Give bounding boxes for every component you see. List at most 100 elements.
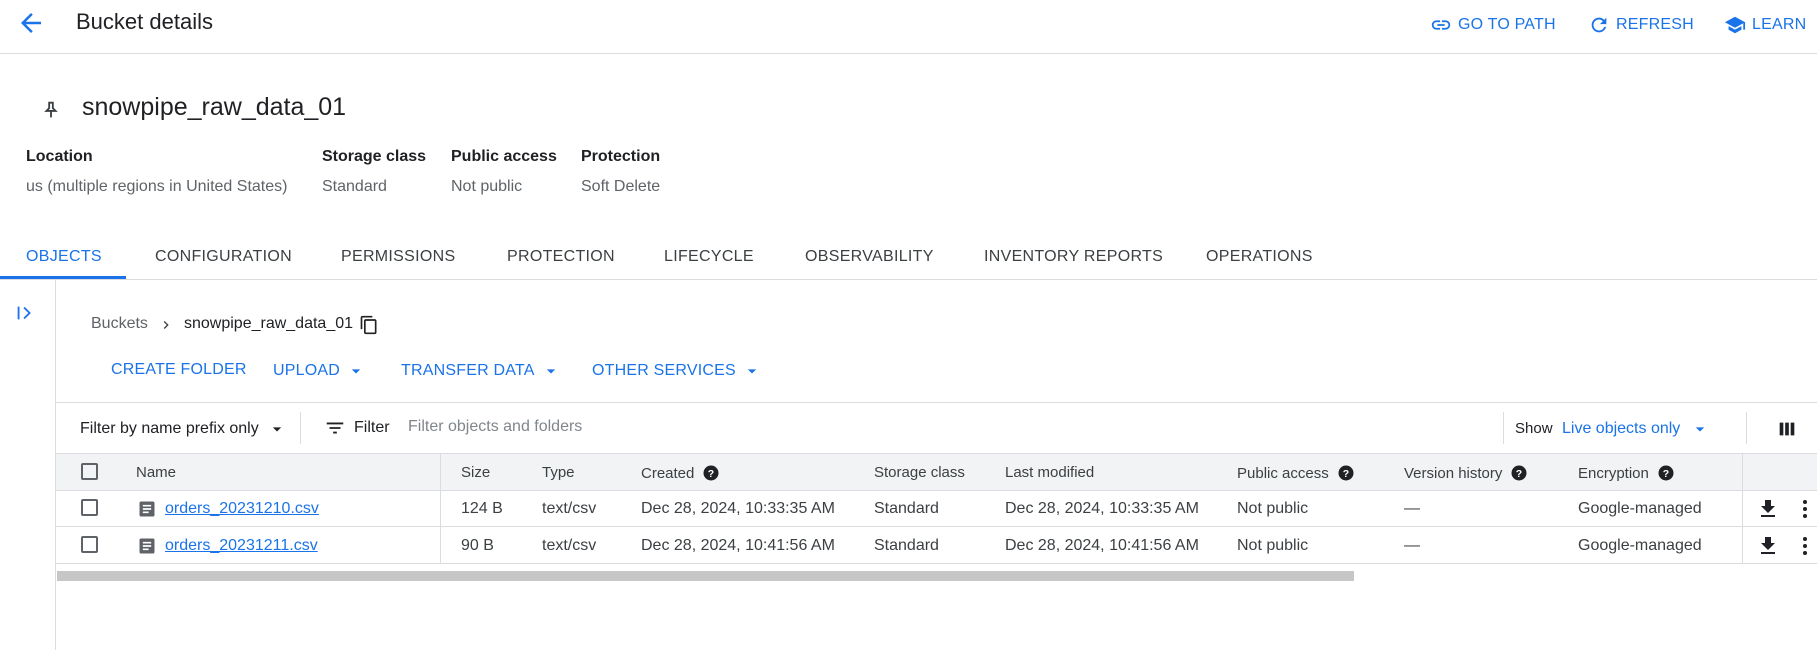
- help-icon[interactable]: ?: [1657, 464, 1675, 482]
- table-row[interactable]: orders_20231210.csv 124 B text/csv Dec 2…: [56, 490, 1817, 527]
- more-vert-icon[interactable]: [1793, 497, 1817, 521]
- arrow-back-icon: [21, 13, 41, 33]
- object-name[interactable]: orders_20231211.csv: [165, 537, 318, 554]
- column-public-label: Public access: [1237, 464, 1329, 482]
- view-column-icon: [1779, 422, 1795, 436]
- object-encryption: Google-managed: [1578, 500, 1702, 517]
- file-icon: [139, 538, 155, 554]
- upload-menu-button[interactable]: UPLOAD: [273, 361, 366, 381]
- tab-observability[interactable]: OBSERVABILITY: [805, 248, 934, 266]
- show-label: Show: [1515, 420, 1553, 437]
- help-icon[interactable]: ?: [1337, 464, 1355, 482]
- bucket-name: snowpipe_raw_data_01: [82, 93, 347, 121]
- row-checkbox[interactable]: [81, 536, 98, 553]
- divider: [300, 412, 301, 444]
- column-header-type[interactable]: Type: [542, 464, 575, 481]
- go-to-path-label: GO TO PATH: [1458, 16, 1556, 33]
- column-header-created[interactable]: Created ?: [641, 464, 720, 482]
- tab-objects[interactable]: OBJECTS: [26, 248, 102, 266]
- column-divider: [1742, 454, 1743, 490]
- filter-mode-value: Filter by name prefix only: [80, 420, 259, 437]
- more-vert-icon[interactable]: [1793, 534, 1817, 558]
- copy-icon: [360, 315, 377, 335]
- column-created-label: Created: [641, 464, 695, 482]
- expand-panel-button[interactable]: [14, 302, 36, 324]
- object-type: text/csv: [542, 537, 597, 554]
- column-display-button[interactable]: [1776, 418, 1798, 440]
- select-all-checkbox[interactable]: [81, 463, 98, 480]
- school-icon: [1724, 16, 1746, 34]
- svg-text:?: ?: [708, 468, 714, 480]
- pin-icon[interactable]: [40, 99, 62, 121]
- divider: [1746, 412, 1747, 444]
- row-checkbox[interactable]: [81, 499, 98, 516]
- tab-permissions[interactable]: PERMISSIONS: [341, 248, 455, 266]
- svg-text:?: ?: [1516, 468, 1522, 480]
- learn-label: LEARN: [1752, 16, 1807, 33]
- tab-operations[interactable]: OPERATIONS: [1206, 248, 1313, 266]
- filter-button[interactable]: Filter: [324, 417, 390, 439]
- protection-value: Soft Delete: [581, 178, 661, 195]
- copy-bucket-name-button[interactable]: [359, 315, 379, 335]
- object-name-link[interactable]: orders_20231210.csv: [165, 500, 319, 518]
- breadcrumb-buckets-link[interactable]: Buckets: [91, 315, 148, 333]
- column-header-last-modified[interactable]: Last modified: [1005, 464, 1094, 481]
- active-tab-indicator: [0, 276, 126, 279]
- dropdown-arrow-icon: [272, 427, 281, 432]
- show-objects-select[interactable]: Live objects only: [1562, 419, 1710, 439]
- object-size: 90 B: [461, 537, 494, 554]
- filter-mode-select[interactable]: Filter by name prefix only: [80, 419, 287, 439]
- storage-class-value: Standard: [322, 178, 387, 195]
- show-objects-value: Live objects only: [1562, 420, 1681, 437]
- chevron-right-icon: [158, 317, 174, 333]
- tab-lifecycle[interactable]: LIFECYCLE: [664, 248, 754, 266]
- go-to-path-button[interactable]: GO TO PATH: [1430, 13, 1556, 37]
- column-header-public-access[interactable]: Public access ?: [1237, 464, 1355, 482]
- column-header-name[interactable]: Name: [136, 464, 176, 481]
- other-services-menu-button[interactable]: OTHER SERVICES: [592, 361, 762, 381]
- tab-inventory-reports[interactable]: INVENTORY REPORTS: [984, 248, 1163, 266]
- create-folder-button[interactable]: CREATE FOLDER: [111, 361, 247, 379]
- divider: [1503, 412, 1504, 444]
- refresh-button[interactable]: REFRESH: [1588, 13, 1694, 37]
- tab-protection[interactable]: PROTECTION: [507, 248, 615, 266]
- column-divider: [440, 527, 441, 563]
- learn-button[interactable]: LEARN: [1724, 13, 1806, 37]
- storage-class-label: Storage class: [322, 148, 427, 165]
- column-header-storage-class[interactable]: Storage class: [874, 464, 965, 481]
- object-storage-class: Standard: [874, 500, 939, 517]
- object-last-modified: Dec 28, 2024, 10:41:56 AM: [1005, 537, 1199, 554]
- upload-label: UPLOAD: [273, 362, 340, 379]
- protection-label: Protection: [581, 148, 661, 165]
- location-label: Location: [26, 148, 93, 165]
- tab-configuration[interactable]: CONFIGURATION: [155, 248, 292, 266]
- column-divider: [1742, 527, 1743, 563]
- refresh-label: REFRESH: [1616, 16, 1694, 33]
- column-header-size[interactable]: Size: [461, 464, 490, 481]
- help-icon[interactable]: ?: [1510, 464, 1528, 482]
- back-button[interactable]: [16, 8, 46, 38]
- filter-list-icon: [326, 422, 344, 434]
- filter-bar: Filter by name prefix only Filter Show L…: [56, 402, 1817, 453]
- svg-text:?: ?: [1343, 468, 1349, 480]
- help-icon[interactable]: ?: [702, 464, 720, 482]
- public-access-value: Not public: [451, 178, 523, 195]
- object-name[interactable]: orders_20231210.csv: [165, 500, 319, 517]
- column-header-encryption[interactable]: Encryption ?: [1578, 464, 1675, 482]
- object-created: Dec 28, 2024, 10:41:56 AM: [641, 537, 835, 554]
- object-version-history: —: [1404, 537, 1420, 554]
- column-header-version-history[interactable]: Version history ?: [1404, 464, 1528, 482]
- transfer-data-label: TRANSFER DATA: [401, 362, 535, 379]
- download-icon[interactable]: [1756, 497, 1780, 521]
- expand-panel-icon: [17, 306, 31, 320]
- transfer-data-menu-button[interactable]: TRANSFER DATA: [401, 361, 561, 381]
- object-name-link[interactable]: orders_20231211.csv: [165, 537, 318, 555]
- breadcrumb-current: snowpipe_raw_data_01: [184, 315, 354, 332]
- horizontal-scrollbar-thumb[interactable]: [57, 571, 1354, 581]
- filter-input[interactable]: [404, 411, 1012, 443]
- dropdown-arrow-icon: [546, 369, 555, 374]
- table-row[interactable]: orders_20231211.csv 90 B text/csv Dec 28…: [56, 527, 1817, 564]
- filter-label: Filter: [354, 419, 390, 436]
- svg-text:?: ?: [1663, 468, 1669, 480]
- download-icon[interactable]: [1756, 534, 1780, 558]
